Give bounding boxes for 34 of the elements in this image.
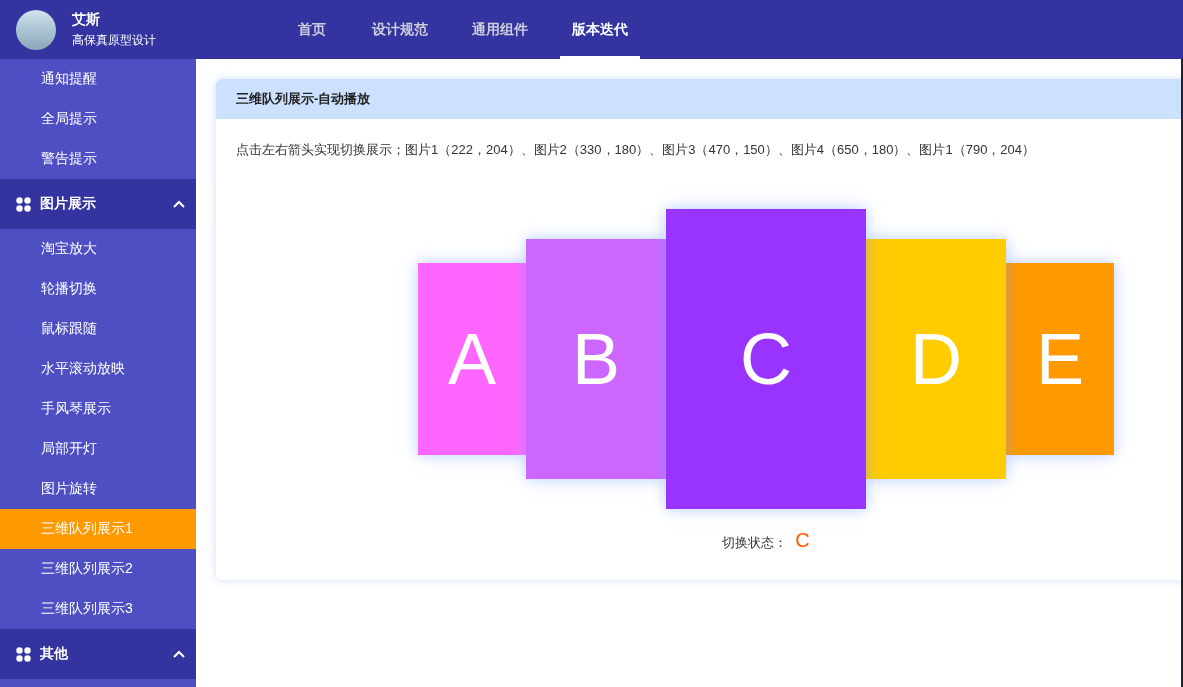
sidebar-item[interactable]: 警告提示: [0, 139, 196, 179]
grid-icon: [16, 196, 31, 212]
slide-card: D: [866, 239, 1006, 479]
status-label: 切换状态：: [722, 534, 788, 552]
sidebar-item[interactable]: 三维队列展示2: [0, 549, 196, 589]
sidebar-item[interactable]: 全局提示: [0, 99, 196, 139]
sidebar-item[interactable]: 鼠标跟随: [0, 309, 196, 349]
sidebar-item[interactable]: 三维队列展示3: [0, 589, 196, 629]
sidebar-item[interactable]: 淘宝放大: [0, 229, 196, 269]
slide-card: E: [1006, 263, 1114, 455]
caret-icon: [172, 198, 186, 210]
slide-card: A: [418, 263, 526, 455]
sidebar-item[interactable]: 水平滚动放映: [0, 349, 196, 389]
user-subtitle: 高保真原型设计: [72, 31, 157, 49]
sidebar-item[interactable]: 图片旋转: [0, 469, 196, 509]
avatar-photo-placeholder: [16, 9, 56, 50]
slide-card: B: [526, 239, 666, 479]
caret-icon: [172, 648, 186, 660]
nav-tab[interactable]: 版本迭代: [560, 0, 640, 59]
sidebar-group[interactable]: 其他: [0, 629, 196, 679]
slide-card: C: [666, 209, 866, 509]
sidebar-item[interactable]: 局部开灯: [0, 429, 196, 469]
sidebar-item[interactable]: 手风琴展示: [0, 389, 196, 429]
sidebar-group[interactable]: 图片展示: [0, 179, 196, 229]
sidebar-item[interactable]: 轮播切换: [0, 269, 196, 309]
nav-tab[interactable]: 通用组件: [460, 0, 540, 59]
nav-tab[interactable]: 设计规范: [360, 0, 440, 59]
nav-tab[interactable]: 首页: [284, 0, 340, 59]
status-value: C: [795, 529, 810, 552]
sidebar-item[interactable]: 通知提醒: [0, 59, 196, 99]
user-name: 艾斯: [72, 10, 101, 29]
panel-title: 三维队列展示-自动播放: [236, 90, 371, 108]
grid-icon: [16, 646, 31, 662]
description-text: 点击左右箭头实现切换展示；图片1（222，204）、图片2（330，180）、图片3（470，150）、图片4（650，180）、图片1（790，204）: [235, 141, 1037, 159]
